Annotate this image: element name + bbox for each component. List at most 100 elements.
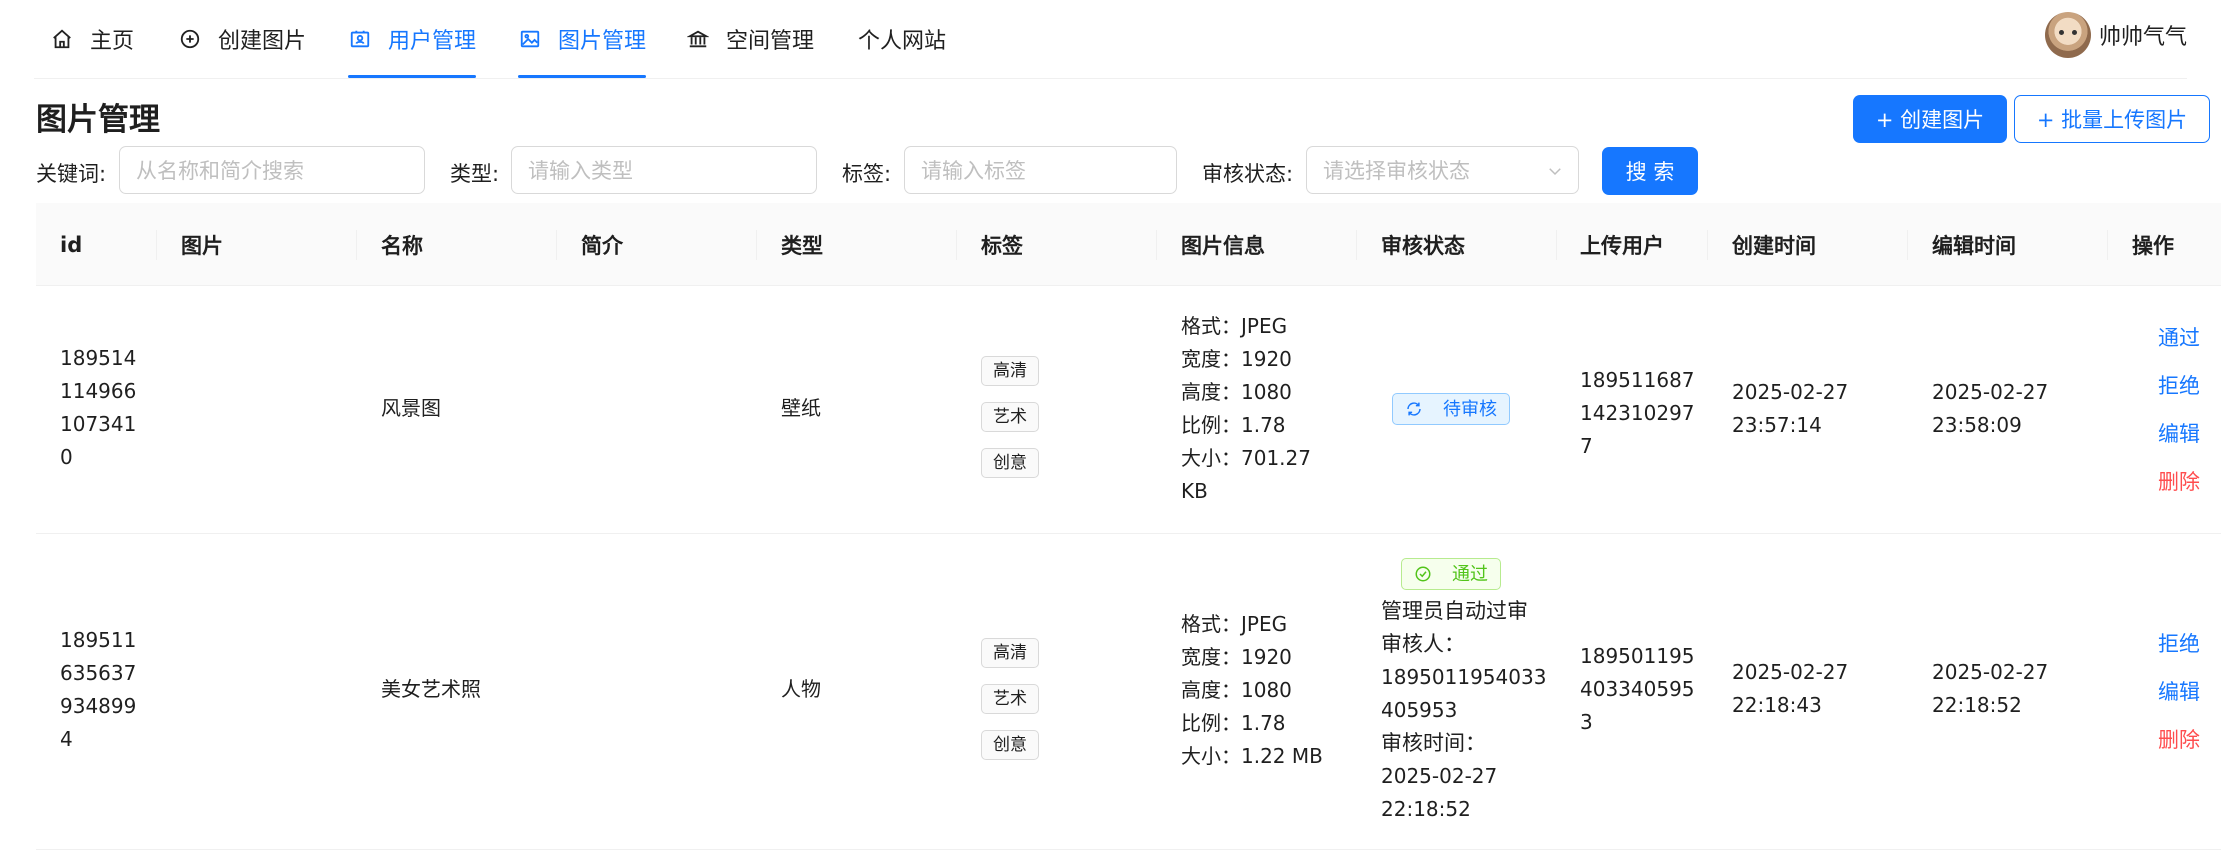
edit-time-line: 22:18:52	[1932, 693, 2022, 717]
menu-item-user-manage-label: 用户管理	[388, 29, 477, 54]
keyword-input[interactable]: 从名称和简介搜索	[119, 146, 425, 194]
review-status-cell: 待审核	[1392, 393, 1510, 428]
column-header-info: 图片信息	[1181, 233, 1265, 258]
bank-icon	[686, 27, 710, 51]
create-picture-button[interactable]: + 创建图片	[1853, 95, 2007, 143]
edit-time-line: 2025-02-27	[1932, 660, 2049, 684]
chevron-down-icon	[1546, 161, 1564, 179]
reviewer-id-line: 405953	[1381, 698, 1458, 722]
menu-item-picture-manage[interactable]: 图片管理	[518, 0, 647, 78]
reviewer-label: 审核人：	[1381, 632, 1465, 656]
menu-item-home[interactable]: 主页	[50, 0, 134, 78]
review-time-label: 审核时间：	[1381, 731, 1486, 755]
page-title: 图片管理	[36, 102, 160, 138]
uploader-line: 7	[1580, 434, 1593, 458]
review-time-line: 22:18:52	[1381, 797, 1471, 821]
delete-link[interactable]: 删除	[2140, 458, 2200, 506]
column-header-picture: 图片	[181, 233, 223, 258]
user-name: 帅帅气气	[2098, 25, 2187, 50]
tag: 艺术	[981, 684, 1039, 714]
menu-item-space-manage[interactable]: 空间管理	[686, 0, 814, 78]
info-line: KB	[1181, 479, 1208, 503]
uploader-cell: 189501195 403340595 3	[1580, 640, 1695, 739]
sync-icon	[1405, 400, 1433, 418]
keyword-placeholder: 从名称和简介搜索	[136, 159, 304, 183]
tags-cell: 高清 艺术 创意	[981, 356, 1039, 494]
review-status-select[interactable]: 请选择审核状态	[1306, 146, 1579, 194]
table-header: id 图片 名称 简介 类型 标签 图片信息 审核状态 上传用户 创建时间 编辑…	[36, 203, 2221, 286]
category-cell: 人物	[781, 677, 821, 701]
check-circle-icon	[1414, 565, 1442, 583]
user-profile[interactable]: 帅帅气气	[2044, 10, 2187, 60]
menu-item-create-picture-label: 创建图片	[218, 29, 307, 54]
column-header-actions: 操作	[2132, 233, 2174, 258]
batch-upload-button[interactable]: + 批量上传图片	[2014, 95, 2210, 143]
menu-item-create-picture[interactable]: 创建图片	[178, 0, 306, 78]
picture-icon	[518, 27, 542, 51]
edit-link[interactable]: 编辑	[2140, 668, 2200, 716]
create-time-line: 2025-02-27	[1732, 660, 1849, 684]
create-time-line: 23:57:14	[1732, 413, 1822, 437]
edit-time-cell: 2025-02-27 22:18:52	[1932, 656, 2048, 722]
type-input[interactable]: 请输入类型	[511, 146, 817, 194]
name-cell: 风景图	[381, 396, 441, 420]
delete-link[interactable]: 删除	[2140, 716, 2200, 764]
column-header-uploader: 上传用户	[1580, 233, 1664, 258]
reject-link[interactable]: 拒绝	[2140, 362, 2200, 410]
approve-link[interactable]: 通过	[2140, 314, 2200, 362]
actions-cell: 拒绝 编辑 删除	[2140, 620, 2200, 764]
column-divider	[1707, 230, 1708, 260]
avatar[interactable]	[2044, 12, 2091, 58]
create-time-line: 2025-02-27	[1732, 380, 1849, 404]
uploader-line: 189511687	[1580, 368, 1695, 392]
status-text: 通过	[1452, 563, 1488, 585]
status-badge: 通过	[1401, 558, 1501, 590]
column-divider	[756, 230, 757, 260]
tags-input[interactable]: 请输入标签	[904, 146, 1177, 194]
id-line: 0	[60, 445, 73, 469]
info-line: 格式：JPEG	[1181, 314, 1288, 338]
menu-item-user-manage[interactable]: 用户管理	[348, 0, 477, 78]
tags-label: 标签:	[842, 162, 892, 186]
edit-time-line: 2025-02-27	[1932, 380, 2049, 404]
column-divider	[356, 230, 357, 260]
user-card-icon	[348, 27, 372, 51]
column-divider	[1556, 230, 1557, 260]
review-message: 管理员自动过审	[1381, 599, 1528, 623]
reject-link[interactable]: 拒绝	[2140, 620, 2200, 668]
uploader-line: 142310297	[1580, 401, 1695, 425]
status-badge: 待审核	[1392, 393, 1510, 425]
review-time-line: 2025-02-27	[1381, 764, 1498, 788]
column-header-create-time: 创建时间	[1732, 233, 1816, 258]
tag: 高清	[981, 638, 1039, 668]
column-divider	[1907, 230, 1908, 260]
tag: 创意	[981, 730, 1039, 760]
edit-link[interactable]: 编辑	[2140, 410, 2200, 458]
name-cell: 美女艺术照	[381, 677, 481, 701]
search-button[interactable]: 搜 索	[1602, 147, 1698, 195]
uploader-line: 3	[1580, 710, 1593, 734]
info-line: 高度：1080	[1181, 380, 1292, 404]
review-status-label: 审核状态:	[1202, 162, 1294, 186]
table-row: 189511 635637 934899 4 美女艺术照 人物 高清 艺术 创意…	[36, 534, 2221, 850]
info-line: 比例：1.78	[1181, 711, 1286, 735]
reviewer-id-line: 1895011954033	[1381, 665, 1547, 689]
info-cell: 格式：JPEG 宽度：1920 高度：1080 比例：1.78 大小：701.2…	[1181, 310, 1311, 508]
id-line: 4	[60, 727, 73, 751]
tag: 高清	[981, 356, 1039, 386]
edit-time-cell: 2025-02-27 23:58:09	[1932, 376, 2048, 442]
uploader-line: 189501195	[1580, 644, 1695, 668]
column-divider	[1156, 230, 1157, 260]
type-placeholder: 请输入类型	[528, 159, 633, 183]
column-divider	[156, 230, 157, 260]
review-status-cell: 通过 管理员自动过审 审核人： 1895011954033 405953 审核时…	[1381, 558, 1546, 826]
actions-cell: 通过 拒绝 编辑 删除	[2140, 314, 2200, 506]
info-line: 宽度：1920	[1181, 645, 1292, 669]
uploader-cell: 189511687 142310297 7	[1580, 364, 1695, 463]
top-navbar: 主页 创建图片 用户管理 图片管理 空间管理 个人网站 帅帅气气	[0, 0, 2221, 78]
info-line: 大小：701.27	[1181, 446, 1311, 470]
menu-item-personal-site[interactable]: 个人网站	[858, 0, 946, 78]
menu-item-personal-site-label: 个人网站	[858, 29, 947, 54]
menu-item-home-label: 主页	[90, 29, 135, 54]
tag: 创意	[981, 448, 1039, 478]
